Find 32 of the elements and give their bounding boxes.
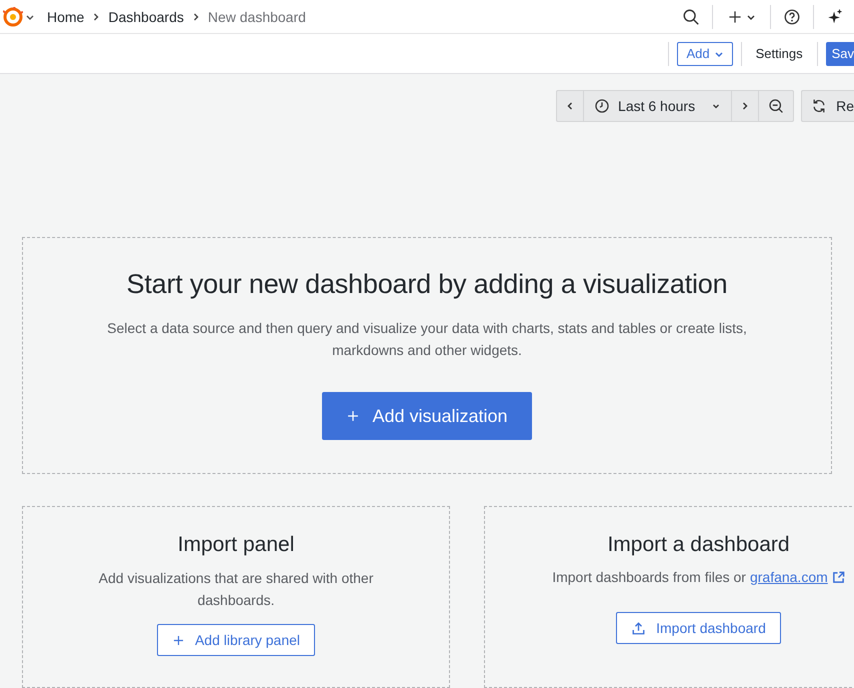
refresh-icon	[811, 98, 828, 114]
grafana-link[interactable]: grafana.com	[750, 569, 828, 585]
breadcrumb-link[interactable]: Dashboards	[108, 8, 184, 24]
plus-icon	[172, 634, 185, 646]
zoom-out-button[interactable]	[758, 90, 794, 122]
add-library-panel-button[interactable]: Add library panel	[156, 624, 316, 656]
clock-icon	[594, 98, 610, 114]
add-button[interactable]: Add	[677, 42, 733, 66]
import-panel-title: Import panel	[178, 533, 294, 557]
plus-icon	[727, 8, 743, 24]
search-icon[interactable]	[682, 8, 700, 26]
help-icon[interactable]	[783, 8, 801, 26]
import-dashboard-description: Import dashboards from files or	[552, 568, 746, 587]
time-range-picker[interactable]: Last 6 hours	[583, 90, 732, 122]
external-link-icon	[832, 570, 845, 584]
logo-icon[interactable]	[3, 6, 23, 26]
upload-icon	[631, 620, 646, 636]
add-visualization-button[interactable]: Add visualization	[322, 392, 532, 440]
empty-state-description: Select a data source and then query and visualize your data with charts, stats and tables or create lists, markdowns and other widgets.	[106, 319, 748, 360]
new-menu-button[interactable]	[727, 8, 756, 24]
plus-icon	[346, 409, 360, 423]
breadcrumb-link[interactable]: New dashboard	[208, 8, 306, 24]
zoom-out-icon	[768, 98, 784, 114]
refresh-button[interactable]: Re	[801, 90, 854, 122]
import-panel-description: Add visualizations that are shared with other dashboards.	[98, 569, 374, 610]
import-dashboard-button[interactable]: Import dashboard	[616, 612, 781, 644]
save-button[interactable]: Sav	[826, 42, 854, 66]
breadcrumb-link[interactable]: Home	[47, 8, 84, 24]
settings-button[interactable]: Settings	[750, 46, 809, 61]
sparkle-icon[interactable]	[826, 8, 844, 26]
import-dashboard-title: Import a dashboard	[607, 533, 790, 557]
empty-state-title: Start your new dashboard by adding a visualization	[126, 269, 728, 300]
